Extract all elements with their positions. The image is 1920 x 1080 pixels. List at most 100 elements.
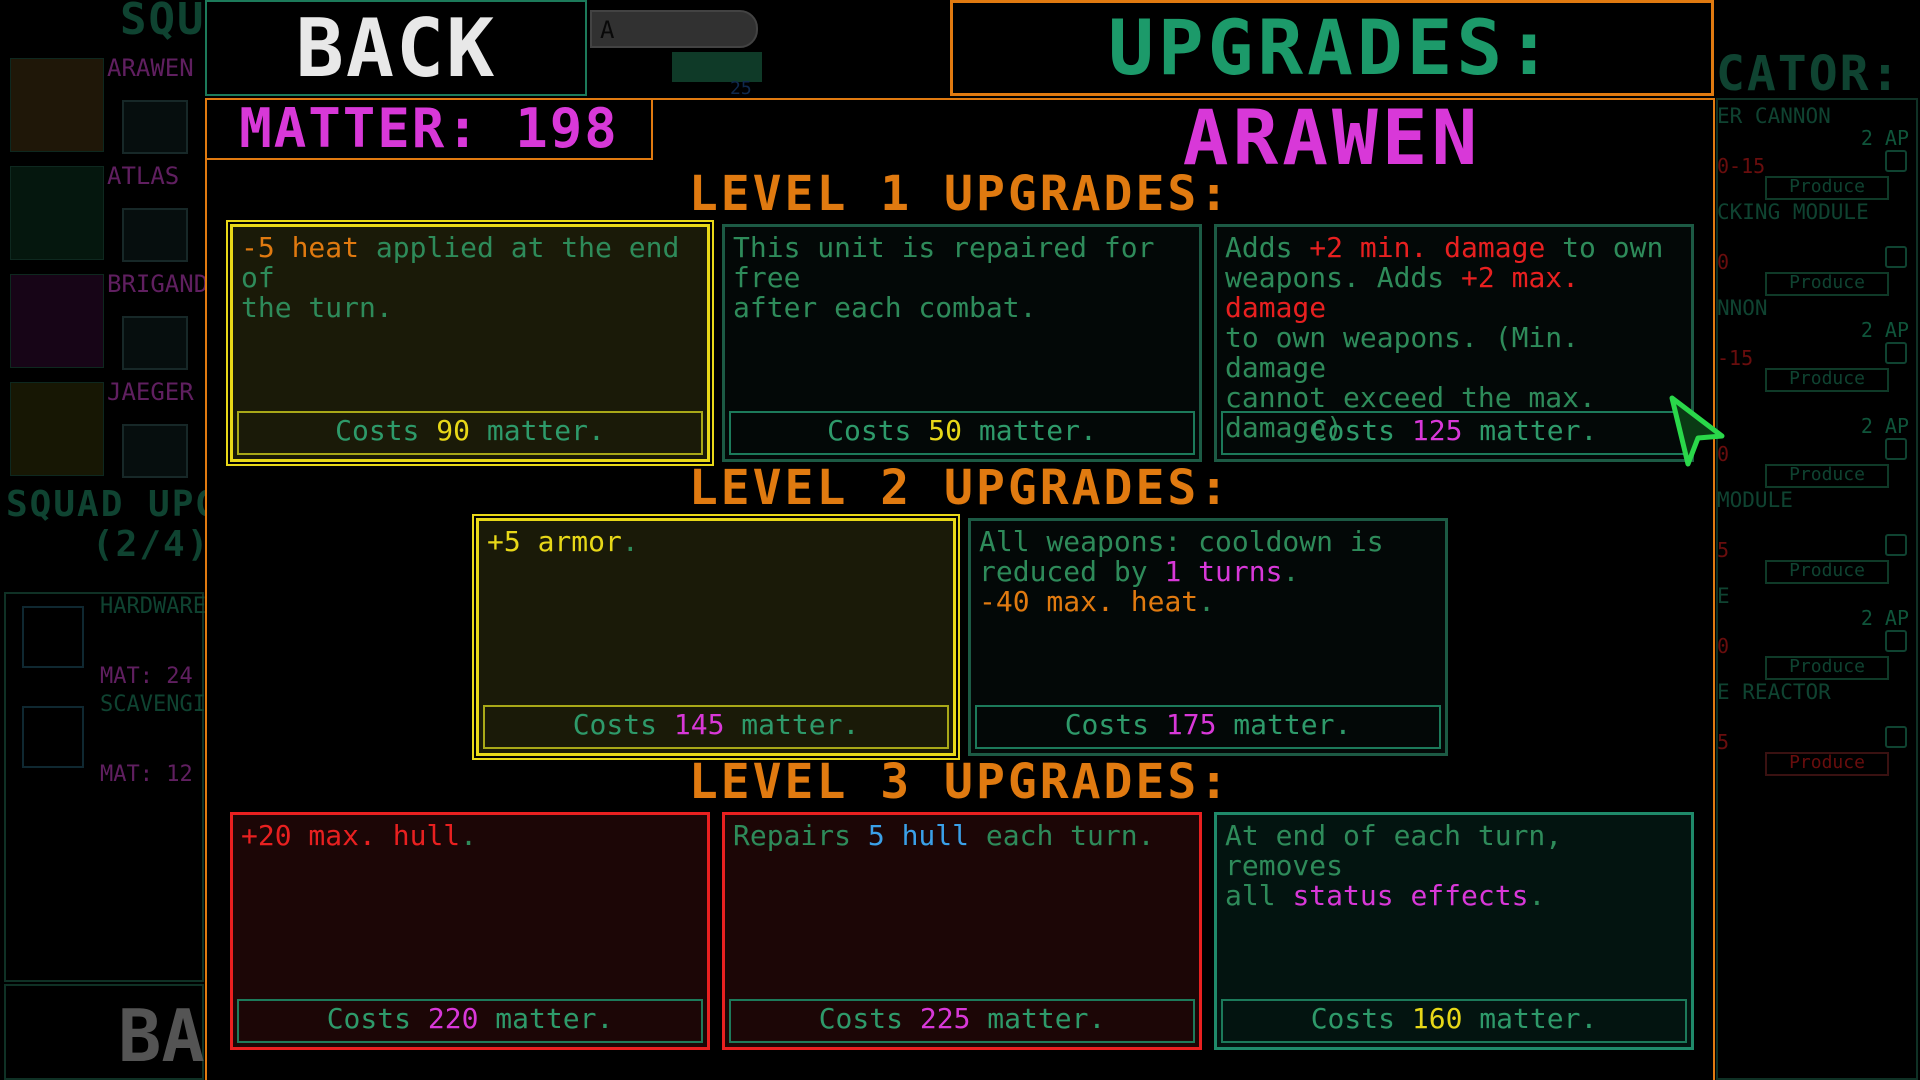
cost-prefix: Costs	[827, 414, 929, 447]
right-item-name: NNON	[1717, 296, 1768, 320]
cost-suffix: matter.	[1216, 708, 1352, 741]
lock-icon	[1885, 438, 1907, 460]
meter-value: 25	[730, 78, 752, 99]
produce-button[interactable]: Produce	[1765, 656, 1889, 680]
cost-suffix: matter.	[970, 1002, 1106, 1035]
right-item-num: 0-15	[1717, 154, 1766, 178]
right-item-ap: 2 AP	[1860, 126, 1909, 150]
desc-keyword: max. hull	[291, 819, 461, 852]
cost-prefix: Costs	[1310, 1002, 1412, 1035]
unit-row-arawen[interactable]: ARAWEN	[10, 54, 205, 154]
card-cost: Costs 225 matter.	[729, 999, 1195, 1043]
card-description: All weapons: cooldown is reduced by 1 tu…	[979, 527, 1437, 617]
produce-button[interactable]: Produce	[1765, 368, 1889, 392]
upgrade-card-l1-repair[interactable]: This unit is repaired for free after eac…	[722, 224, 1202, 462]
card-cost: Costs 125 matter.	[1221, 411, 1687, 455]
cost-value: 175	[1165, 708, 1217, 741]
desc-keyword: heat	[274, 231, 360, 264]
squad-item-mat: MAT: 24	[100, 664, 193, 689]
cost-prefix: Costs	[818, 1002, 920, 1035]
cost-value: 90	[436, 414, 470, 447]
produce-button[interactable]: Produce	[1765, 752, 1889, 776]
card-description: Repairs 5 hull each turn.	[733, 821, 1191, 851]
desc-value: -5	[241, 231, 275, 264]
right-item-num: 0	[1717, 250, 1730, 274]
desc-value: 5	[867, 819, 885, 852]
cost-prefix: Costs	[1064, 708, 1166, 741]
upgrade-card-l2-cooldown[interactable]: All weapons: cooldown is reduced by 1 tu…	[968, 518, 1448, 756]
right-item: CKING MODULE 0 Produce	[1717, 200, 1917, 296]
upgrade-card-l3-hull[interactable]: +20 max. hull. Costs 220 matter.	[230, 812, 710, 1050]
card-description: This unit is repaired for free after eac…	[733, 231, 1155, 324]
produce-button[interactable]: Produce	[1765, 560, 1889, 584]
cost-value: 145	[673, 708, 725, 741]
unit-name: JAEGER	[107, 378, 194, 406]
right-item: E REACTOR 5 Produce	[1717, 680, 1917, 776]
unit-row-brigandine[interactable]: BRIGANDINE	[10, 270, 252, 370]
produce-button[interactable]: Produce	[1765, 272, 1889, 296]
produce-button[interactable]: Produce	[1765, 176, 1889, 200]
mech-sprite-icon	[10, 58, 104, 152]
unit-name: ATLAS	[107, 162, 180, 190]
weapon-icon	[122, 208, 188, 262]
cost-value: 160	[1411, 1002, 1463, 1035]
scavenging-icon	[22, 706, 84, 768]
weapon-icon	[122, 424, 188, 478]
lock-icon	[1885, 342, 1907, 364]
upgrade-card-l3-repairs[interactable]: Repairs 5 hull each turn. Costs 225 matt…	[722, 812, 1202, 1050]
cost-suffix: matter.	[1462, 1002, 1598, 1035]
card-cost: Costs 145 matter.	[483, 705, 949, 749]
desc-text: .	[460, 819, 478, 852]
back-button[interactable]: BACK	[205, 0, 587, 96]
right-item-name: CKING MODULE	[1717, 200, 1869, 224]
right-item-name: E	[1717, 584, 1730, 608]
weapon-icon	[122, 316, 188, 370]
right-item-ap: 2 AP	[1860, 606, 1909, 630]
unit-row-jaeger[interactable]: JAEGER	[10, 378, 205, 478]
card-cost: Costs 220 matter.	[237, 999, 703, 1043]
cost-prefix: Costs	[1310, 414, 1412, 447]
squad-item-name: HARDWARE	[100, 594, 206, 619]
cost-prefix: Costs	[326, 1002, 428, 1035]
upgrade-card-l1-damage[interactable]: Adds +2 min. damage to own weapons. Adds…	[1214, 224, 1694, 462]
level-3-heading: LEVEL 3 UPGRADES:	[688, 754, 1232, 810]
card-description: +5 armor.	[487, 527, 945, 557]
right-item: MODULE 5 Produce	[1717, 488, 1917, 584]
upgrade-card-l1-heat[interactable]: -5 heat applied at the end of the turn. …	[230, 224, 710, 462]
desc-text: each turn.	[969, 819, 1155, 852]
cost-suffix: matter.	[478, 1002, 614, 1035]
card-cost: Costs 50 matter.	[729, 411, 1195, 455]
cost-suffix: matter.	[470, 414, 605, 447]
lock-icon	[1885, 150, 1907, 172]
desc-text: .	[1282, 555, 1300, 588]
desc-text: .	[1198, 585, 1216, 618]
desc-value: +2	[1461, 261, 1495, 294]
upgrade-card-l2-armor[interactable]: +5 armor. Costs 145 matter.	[476, 518, 956, 756]
right-title: CATOR:	[1716, 46, 1902, 102]
squad-upgrades-count: (2/4)	[92, 524, 211, 565]
desc-keyword: max. heat	[1029, 585, 1199, 618]
matter-counter: MATTER: 198	[205, 98, 653, 160]
right-item: NNON 2 AP -15 Produce	[1717, 296, 1917, 392]
level-2-heading: LEVEL 2 UPGRADES:	[688, 460, 1232, 516]
cost-suffix: matter.	[1462, 414, 1598, 447]
title-prefix: UPGRADES:	[1108, 3, 1556, 92]
mech-sprite-icon	[10, 274, 104, 368]
right-item: 2 AP 0 Produce	[1717, 392, 1917, 488]
desc-keyword: hull	[884, 819, 970, 852]
right-item-name: MODULE	[1717, 488, 1793, 512]
produce-button[interactable]: Produce	[1765, 464, 1889, 488]
desc-value: +20	[241, 819, 292, 852]
lock-icon	[1885, 630, 1907, 652]
meter-bar: A	[590, 10, 758, 48]
desc-text: .	[1528, 879, 1546, 912]
desc-text: .	[621, 525, 639, 558]
desc-value: -40	[979, 585, 1030, 618]
desc-keyword: min. damage	[1343, 231, 1546, 264]
right-item-num: -15	[1717, 346, 1754, 370]
squad-item-mat: MAT: 12	[100, 762, 193, 787]
upgrade-card-l3-status[interactable]: At end of each turn, removes all status …	[1214, 812, 1694, 1050]
right-item: ER CANNON 2 AP 0-15 Produce	[1717, 104, 1917, 200]
unit-row-atlas[interactable]: ATLAS	[10, 162, 205, 262]
cost-suffix: matter.	[962, 414, 1097, 447]
